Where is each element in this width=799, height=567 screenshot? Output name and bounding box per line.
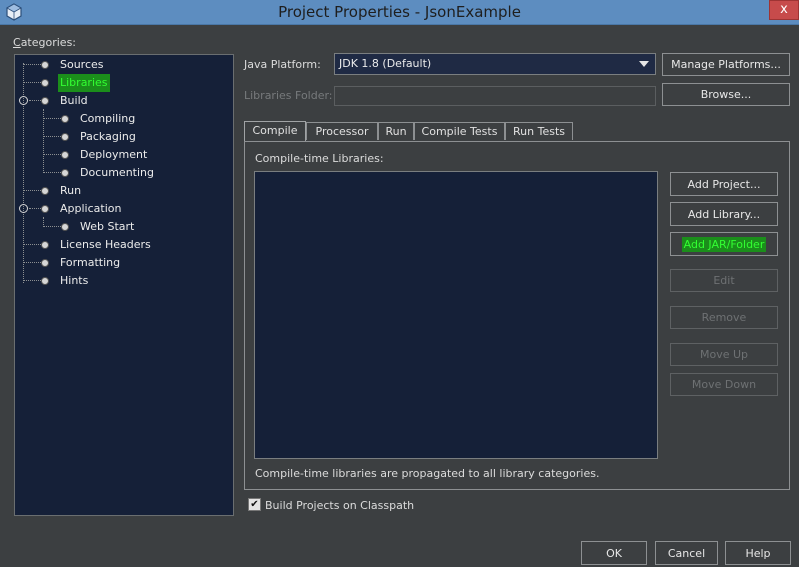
- node-icon: [61, 169, 69, 177]
- tab-compile-tests[interactable]: Compile Tests: [414, 122, 505, 140]
- tree-item-documenting[interactable]: Documenting: [15, 164, 215, 182]
- tree-item-label: Deployment: [80, 148, 148, 161]
- tab-run-tests[interactable]: Run Tests: [505, 122, 573, 140]
- tree-item-label: Packaging: [80, 130, 136, 143]
- tree-item-application[interactable]: Application: [15, 200, 215, 218]
- java-platform-select[interactable]: JDK 1.8 (Default): [334, 53, 656, 75]
- tree-item-run[interactable]: Run: [15, 182, 215, 200]
- compile-time-libraries-label: Compile-time Libraries:: [255, 152, 384, 165]
- tree-item-label: Compiling: [80, 112, 136, 125]
- tree-item-hints[interactable]: Hints: [15, 272, 215, 290]
- propagation-note: Compile-time libraries are propagated to…: [255, 467, 600, 480]
- tree-item-license-headers[interactable]: License Headers: [15, 236, 215, 254]
- node-icon: [41, 205, 49, 213]
- tree-item-sources[interactable]: Sources: [15, 56, 215, 74]
- tree-item-label: Application: [60, 202, 122, 215]
- help-button[interactable]: Help: [725, 541, 791, 565]
- tree-item-label: License Headers: [60, 238, 151, 251]
- title-bar: Project Properties - JsonExample x: [0, 0, 799, 25]
- tree-item-libraries[interactable]: Libraries: [15, 74, 215, 92]
- libraries-folder-field: [334, 86, 656, 106]
- categories-tree[interactable]: Sources Libraries Build Compiling Packag…: [14, 54, 234, 516]
- remove-button[interactable]: Remove: [670, 306, 778, 329]
- tree-item-label: Run: [60, 184, 82, 197]
- node-icon: [61, 151, 69, 159]
- tree-item-label: Documenting: [80, 166, 154, 179]
- move-down-button[interactable]: Move Down: [670, 373, 778, 396]
- java-platform-label: Java Platform:: [244, 58, 321, 71]
- add-jar-folder-button[interactable]: Add JAR/Folder: [670, 232, 778, 256]
- tree-item-build[interactable]: Build: [15, 92, 215, 110]
- node-icon: [41, 241, 49, 249]
- categories-label: Categories:: [13, 36, 77, 49]
- tree-item-web-start[interactable]: Web Start: [15, 218, 215, 236]
- node-icon: [41, 187, 49, 195]
- tree-item-label: Sources: [60, 58, 104, 71]
- chevron-down-icon[interactable]: [639, 61, 649, 67]
- tab-run[interactable]: Run: [378, 122, 414, 140]
- tree-item-compiling[interactable]: Compiling: [15, 110, 215, 128]
- tree-item-deployment[interactable]: Deployment: [15, 146, 215, 164]
- add-library-button[interactable]: Add Library...: [670, 202, 778, 226]
- node-icon: [61, 223, 69, 231]
- node-icon: [41, 61, 49, 69]
- manage-platforms-button[interactable]: Manage Platforms...: [662, 53, 790, 76]
- build-on-classpath-checkbox[interactable]: ✔: [248, 498, 261, 511]
- move-up-button[interactable]: Move Up: [670, 343, 778, 366]
- node-icon: [41, 259, 49, 267]
- node-icon: [61, 115, 69, 123]
- edit-button[interactable]: Edit: [670, 269, 778, 292]
- add-jar-folder-label: Add JAR/Folder: [681, 237, 767, 252]
- add-project-button[interactable]: Add Project...: [670, 172, 778, 196]
- node-icon: [41, 79, 49, 87]
- build-on-classpath-label[interactable]: Build Projects on Classpath: [265, 499, 414, 512]
- tree-item-label: Hints: [60, 274, 89, 287]
- tab-compile[interactable]: Compile: [244, 121, 306, 141]
- cancel-button[interactable]: Cancel: [655, 541, 718, 565]
- close-icon[interactable]: x: [769, 0, 799, 20]
- window-title: Project Properties - JsonExample: [278, 3, 521, 21]
- tree-item-label: Web Start: [80, 220, 135, 233]
- node-icon: [41, 97, 49, 105]
- compile-time-libraries-list[interactable]: [254, 171, 658, 459]
- java-platform-value: JDK 1.8 (Default): [339, 57, 432, 70]
- tab-processor[interactable]: Processor: [306, 122, 378, 140]
- tree-item-label: Libraries: [58, 74, 110, 92]
- ok-button[interactable]: OK: [581, 541, 647, 565]
- tree-item-label: Build: [60, 94, 88, 107]
- tree-item-packaging[interactable]: Packaging: [15, 128, 215, 146]
- browse-button[interactable]: Browse...: [662, 83, 790, 106]
- libraries-folder-label: Libraries Folder:: [244, 89, 333, 102]
- node-icon: [61, 133, 69, 141]
- tree-item-formatting[interactable]: Formatting: [15, 254, 215, 272]
- node-icon: [41, 277, 49, 285]
- tree-item-label: Formatting: [60, 256, 121, 269]
